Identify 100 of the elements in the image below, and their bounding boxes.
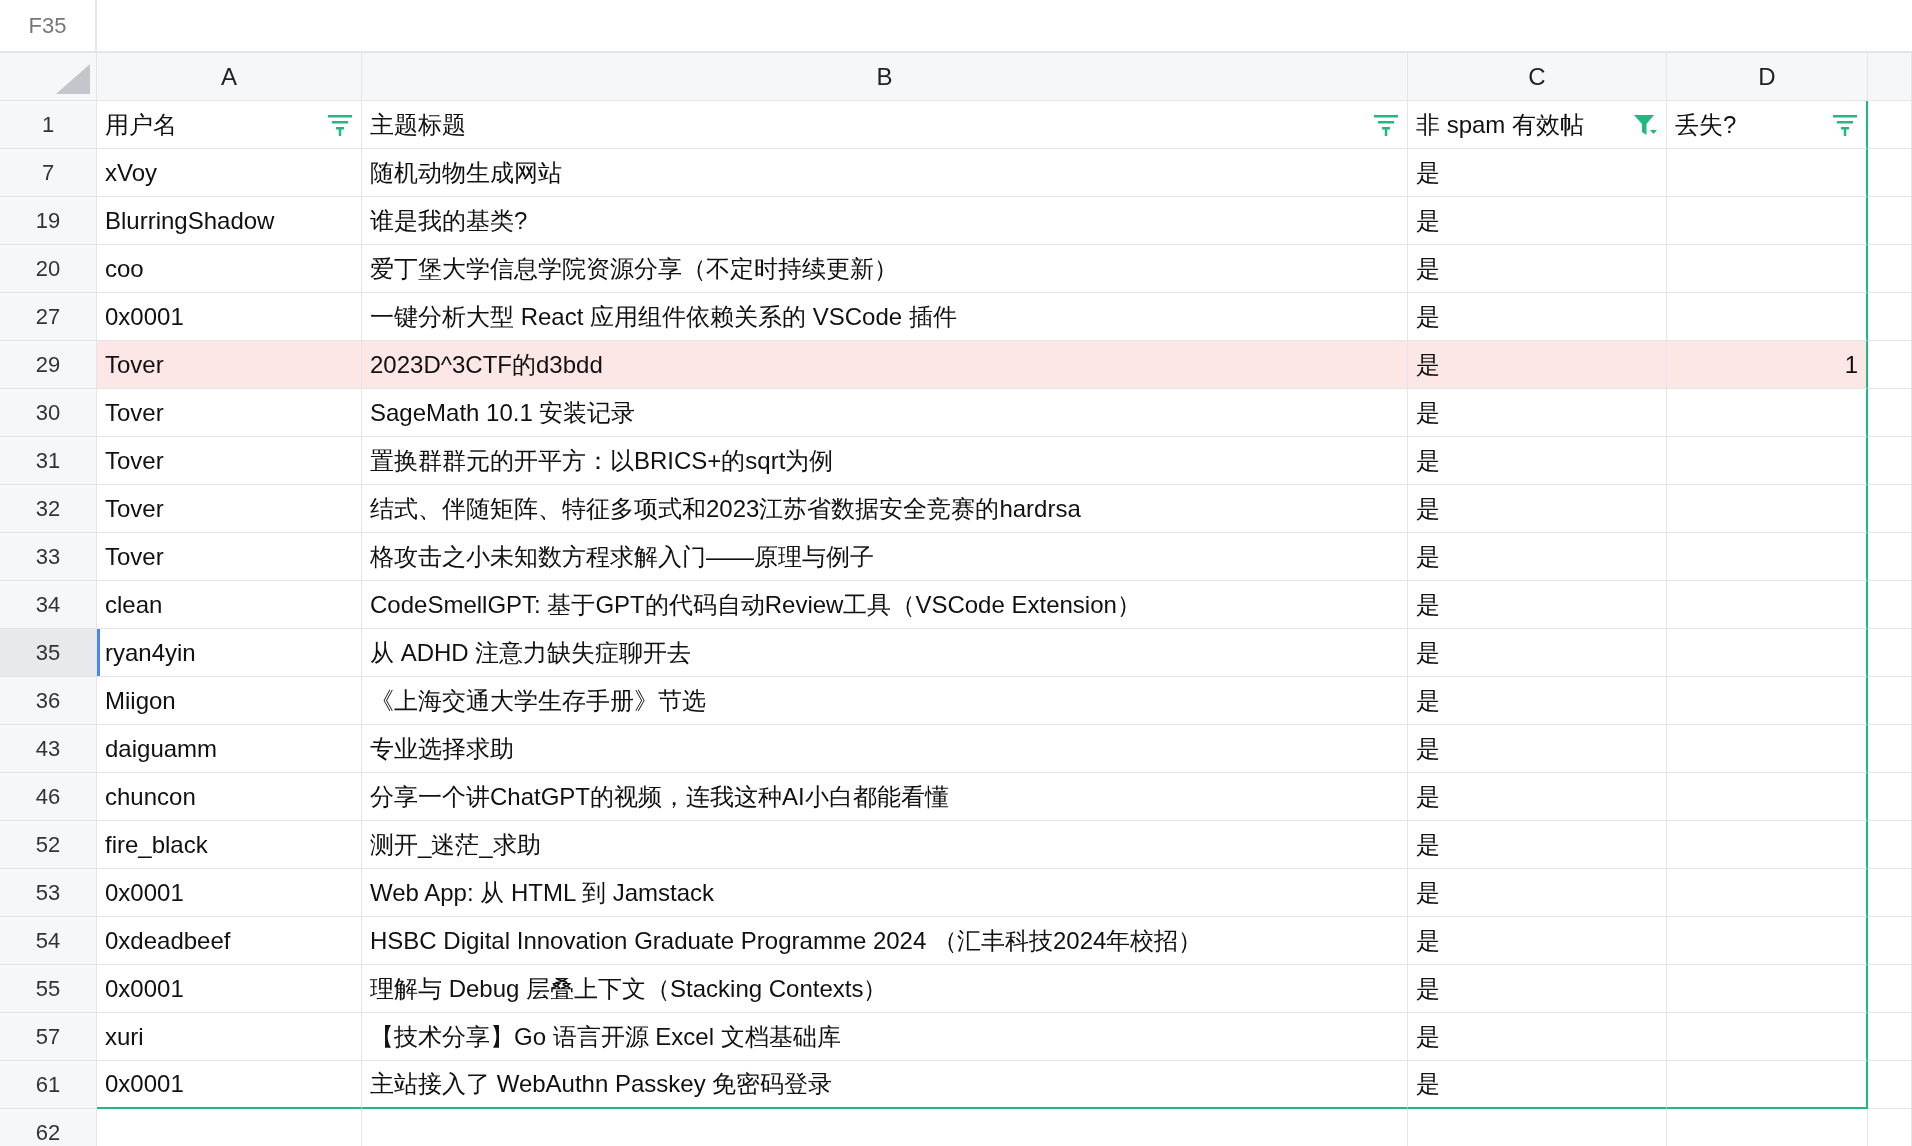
empty-cell[interactable] <box>1667 725 1868 773</box>
table-cell[interactable]: ryan4yin <box>97 629 362 677</box>
empty-cell[interactable] <box>1667 869 1868 917</box>
table-cell[interactable]: Tover <box>97 485 362 533</box>
name-box[interactable]: F35 <box>0 0 97 51</box>
table-cell[interactable]: 随机动物生成网站 <box>362 149 1408 197</box>
row-number[interactable]: 20 <box>0 245 97 293</box>
table-cell[interactable]: 【技术分享】Go 语言开源 Excel 文档基础库 <box>362 1013 1408 1061</box>
row-number[interactable]: 35 <box>0 629 97 677</box>
empty-cell[interactable] <box>1667 917 1868 965</box>
table-cell[interactable]: 《上海交通大学生存手册》节选 <box>362 677 1408 725</box>
table-cell[interactable]: 是 <box>1408 245 1667 293</box>
table-cell[interactable]: 0x0001 <box>97 1061 362 1109</box>
table-cell[interactable]: 0x0001 <box>97 965 362 1013</box>
row-number[interactable]: 43 <box>0 725 97 773</box>
column-header[interactable]: C <box>1408 53 1667 101</box>
table-cell[interactable]: 理解与 Debug 层叠上下文（Stacking Contexts） <box>362 965 1408 1013</box>
table-cell[interactable]: 0x0001 <box>97 869 362 917</box>
row-number[interactable]: 19 <box>0 197 97 245</box>
table-cell[interactable]: 是 <box>1408 677 1667 725</box>
row-number[interactable]: 55 <box>0 965 97 1013</box>
empty-cell[interactable] <box>1667 533 1868 581</box>
empty-cell[interactable] <box>1667 245 1868 293</box>
table-cell[interactable]: Tover <box>97 341 362 389</box>
empty-cell[interactable] <box>1667 581 1868 629</box>
table-cell[interactable]: 是 <box>1408 1061 1667 1109</box>
header-cell[interactable]: 用户名 <box>97 101 362 149</box>
table-cell[interactable]: 是 <box>1408 965 1667 1013</box>
table-cell[interactable]: 测开_迷茫_求助 <box>362 821 1408 869</box>
row-number[interactable]: 34 <box>0 581 97 629</box>
table-cell[interactable]: 是 <box>1408 629 1667 677</box>
table-cell[interactable]: Tover <box>97 389 362 437</box>
table-cell[interactable]: Tover <box>97 437 362 485</box>
table-cell[interactable]: 是 <box>1408 149 1667 197</box>
table-cell[interactable]: 1 <box>1667 341 1868 389</box>
empty-cell[interactable] <box>1667 149 1868 197</box>
table-cell[interactable]: 是 <box>1408 533 1667 581</box>
row-number[interactable]: 32 <box>0 485 97 533</box>
column-header[interactable]: D <box>1667 53 1868 101</box>
table-cell[interactable]: 是 <box>1408 1013 1667 1061</box>
row-number[interactable]: 31 <box>0 437 97 485</box>
row-number[interactable]: 33 <box>0 533 97 581</box>
table-cell[interactable]: 爱丁堡大学信息学院资源分享（不定时持续更新） <box>362 245 1408 293</box>
empty-cell[interactable] <box>1667 197 1868 245</box>
table-cell[interactable]: Tover <box>97 533 362 581</box>
row-number[interactable]: 1 <box>0 101 97 149</box>
table-cell[interactable]: 是 <box>1408 821 1667 869</box>
table-cell[interactable]: 结式、伴随矩阵、特征多项式和2023江苏省数据安全竞赛的hardrsa <box>362 485 1408 533</box>
table-cell[interactable]: 从 ADHD 注意力缺失症聊开去 <box>362 629 1408 677</box>
table-cell[interactable]: 是 <box>1408 773 1667 821</box>
table-cell[interactable]: 是 <box>1408 581 1667 629</box>
table-cell[interactable]: BlurringShadow <box>97 197 362 245</box>
column-header[interactable]: B <box>362 53 1408 101</box>
table-cell[interactable]: 是 <box>1408 485 1667 533</box>
table-cell[interactable]: xVoy <box>97 149 362 197</box>
table-cell[interactable]: fire_black <box>97 821 362 869</box>
table-cell[interactable]: 专业选择求助 <box>362 725 1408 773</box>
table-cell[interactable]: 是 <box>1408 869 1667 917</box>
table-cell[interactable]: Miigon <box>97 677 362 725</box>
empty-cell[interactable] <box>1667 1013 1868 1061</box>
table-cell[interactable]: 是 <box>1408 197 1667 245</box>
empty-cell[interactable] <box>1667 773 1868 821</box>
row-number[interactable]: 62 <box>0 1109 97 1146</box>
empty-cell[interactable] <box>1667 389 1868 437</box>
table-cell[interactable]: daiguamm <box>97 725 362 773</box>
table-cell[interactable]: SageMath 10.1 安装记录 <box>362 389 1408 437</box>
row-number[interactable]: 61 <box>0 1061 97 1109</box>
empty-cell[interactable] <box>1667 629 1868 677</box>
empty-cell[interactable] <box>1667 965 1868 1013</box>
row-number[interactable]: 53 <box>0 869 97 917</box>
row-number[interactable]: 7 <box>0 149 97 197</box>
table-cell[interactable]: 0xdeadbeef <box>97 917 362 965</box>
header-cell[interactable]: 丢失? <box>1667 101 1868 149</box>
table-cell[interactable]: 是 <box>1408 917 1667 965</box>
table-cell[interactable]: 主站接入了 WebAuthn Passkey 免密码登录 <box>362 1061 1408 1109</box>
row-number[interactable]: 27 <box>0 293 97 341</box>
header-cell[interactable]: 非 spam 有效帖 <box>1408 101 1667 149</box>
table-cell[interactable]: 是 <box>1408 725 1667 773</box>
table-cell[interactable]: 置换群群元的开平方：以BRICS+的sqrt为例 <box>362 437 1408 485</box>
row-number[interactable]: 29 <box>0 341 97 389</box>
table-cell[interactable]: xuri <box>97 1013 362 1061</box>
empty-cell[interactable] <box>1667 677 1868 725</box>
header-cell[interactable]: 主题标题 <box>362 101 1408 149</box>
table-cell[interactable]: CodeSmellGPT: 基于GPT的代码自动Review工具（VSCode Extension） <box>362 581 1408 629</box>
empty-cell[interactable] <box>1667 437 1868 485</box>
row-number[interactable]: 36 <box>0 677 97 725</box>
table-cell[interactable]: 谁是我的基类? <box>362 197 1408 245</box>
row-number[interactable]: 52 <box>0 821 97 869</box>
row-number[interactable]: 54 <box>0 917 97 965</box>
table-cell[interactable]: chuncon <box>97 773 362 821</box>
table-cell[interactable]: 格攻击之小未知数方程求解入门——原理与例子 <box>362 533 1408 581</box>
row-number[interactable]: 57 <box>0 1013 97 1061</box>
row-number[interactable]: 30 <box>0 389 97 437</box>
table-cell[interactable]: coo <box>97 245 362 293</box>
table-cell[interactable]: Web App: 从 HTML 到 Jamstack <box>362 869 1408 917</box>
empty-cell[interactable] <box>1667 485 1868 533</box>
table-cell[interactable]: 分享一个讲ChatGPT的视频，连我这种AI小白都能看懂 <box>362 773 1408 821</box>
table-cell[interactable]: 是 <box>1408 437 1667 485</box>
table-cell[interactable]: 是 <box>1408 389 1667 437</box>
table-cell[interactable]: 2023D^3CTF的d3bdd <box>362 341 1408 389</box>
